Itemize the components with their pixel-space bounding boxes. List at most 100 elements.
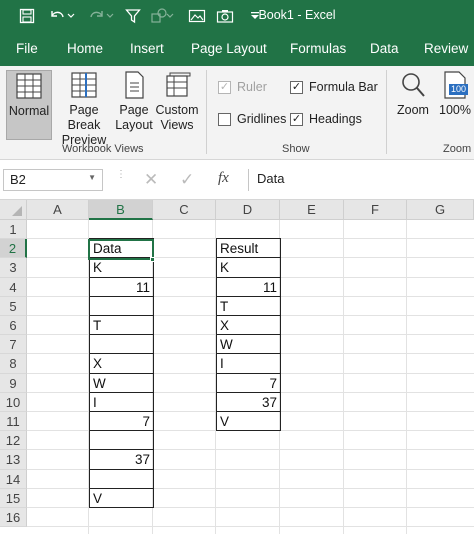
headings-check-box: ✓ xyxy=(290,112,303,126)
data_column-cell[interactable]: V xyxy=(89,487,154,508)
row-header[interactable]: 5 xyxy=(0,296,27,316)
row-header[interactable]: 15 xyxy=(0,488,27,508)
result_column-cell[interactable]: 37 xyxy=(216,391,281,412)
data_column-cell[interactable]: T xyxy=(89,315,154,336)
result_column-cell[interactable]: W xyxy=(216,334,281,355)
data_column-cell[interactable]: K xyxy=(89,257,154,278)
tab-insert[interactable]: Insert xyxy=(130,32,164,66)
row-header[interactable]: 10 xyxy=(0,392,27,412)
page-layout-label-1: Page xyxy=(119,103,149,117)
zoom-button[interactable]: Zoom xyxy=(394,70,432,140)
result_column-cell[interactable]: 11 xyxy=(216,276,281,297)
data_column-cell[interactable]: 11 xyxy=(89,276,154,297)
insert-function-icon[interactable]: fx xyxy=(218,170,229,187)
data_column-cell[interactable]: 37 xyxy=(89,449,154,470)
name-box[interactable]: B2 ▼ xyxy=(3,169,103,191)
normal-view-button[interactable]: Normal xyxy=(6,70,52,140)
data_column-cell[interactable]: 7 xyxy=(89,411,154,432)
custom-views-label-2: Views xyxy=(160,118,194,132)
normal-view-icon xyxy=(16,73,42,99)
row-header[interactable]: 7 xyxy=(0,335,27,355)
fill-handle[interactable] xyxy=(150,257,155,262)
select-all-corner[interactable] xyxy=(0,200,27,220)
result_column-cell[interactable]: I xyxy=(216,353,281,374)
name-box-dropdown-icon[interactable]: ▼ xyxy=(88,173,96,182)
row-header[interactable]: 3 xyxy=(0,258,27,278)
row-header[interactable]: 6 xyxy=(0,316,27,336)
column-header-b[interactable]: B xyxy=(89,200,153,220)
window-title: Book1 - Excel xyxy=(258,8,336,22)
tab-home[interactable]: Home xyxy=(67,32,103,66)
result_column-cell[interactable]: 7 xyxy=(216,372,281,393)
tab-file[interactable]: File xyxy=(16,32,38,66)
gridline xyxy=(406,220,407,534)
result_column-cell[interactable]: X xyxy=(216,315,281,336)
data_column-cell[interactable] xyxy=(89,295,154,316)
gridlines-check-box xyxy=(218,112,231,126)
page-layout-icon xyxy=(125,71,144,99)
zoom-label: Zoom xyxy=(397,103,429,117)
tab-data[interactable]: Data xyxy=(370,32,399,66)
group-divider xyxy=(386,70,387,154)
column-header-c[interactable]: C xyxy=(153,200,216,220)
row-header[interactable]: 4 xyxy=(0,277,27,297)
data_column-cell[interactable] xyxy=(89,430,154,451)
zoom-100-label: 100% xyxy=(439,103,471,117)
tab-formulas[interactable]: Formulas xyxy=(290,32,346,66)
formula-bar-check-box: ✓ xyxy=(290,80,303,94)
data_column-cell[interactable]: X xyxy=(89,353,154,374)
data_column-cell[interactable]: W xyxy=(89,372,154,393)
gridlines-checkbox[interactable]: Gridlines xyxy=(218,112,286,126)
formula-bar: B2 ▼ ⋮ ✕ ✓ fx Data xyxy=(0,160,474,200)
result_column-cell[interactable]: Result xyxy=(216,238,281,259)
column-header-g[interactable]: G xyxy=(407,200,474,220)
page-layout-label-2: Layout xyxy=(115,118,153,132)
data_column-cell[interactable] xyxy=(89,334,154,355)
page-break-preview-button[interactable]: Page Break Preview xyxy=(54,70,114,147)
row-header[interactable]: 14 xyxy=(0,469,27,489)
column-header-e[interactable]: E xyxy=(280,200,344,220)
gridline xyxy=(343,220,344,534)
formula-bar-checkbox[interactable]: ✓ Formula Bar xyxy=(290,80,378,94)
ruler-label: Ruler xyxy=(237,80,267,94)
enter-icon[interactable]: ✓ xyxy=(180,170,194,190)
name-box-value: B2 xyxy=(10,172,26,187)
ruler-check-box: ✓ xyxy=(218,80,231,94)
result_column-cell[interactable]: K xyxy=(216,257,281,278)
row-header[interactable]: 2 xyxy=(0,239,27,259)
row-header[interactable]: 12 xyxy=(0,431,27,451)
ribbon-view: Normal Page Break Preview Page Layout Cu… xyxy=(0,66,474,160)
row-header[interactable]: 11 xyxy=(0,412,27,432)
data_column-cell[interactable] xyxy=(89,468,154,489)
zoom-group-label: Zoom xyxy=(443,143,472,155)
data_column-cell[interactable]: I xyxy=(89,391,154,412)
active-cell[interactable] xyxy=(88,239,154,261)
tab-page-layout[interactable]: Page Layout xyxy=(191,32,267,66)
result_column-cell[interactable]: T xyxy=(216,295,281,316)
row-header[interactable]: 8 xyxy=(0,354,27,374)
show-group-label: Show xyxy=(282,143,310,155)
page-break-icon xyxy=(71,72,97,98)
ruler-checkbox[interactable]: ✓ Ruler xyxy=(218,80,267,94)
tab-review[interactable]: Review xyxy=(424,32,468,66)
column-header-d[interactable]: D xyxy=(216,200,280,220)
result_column-cell[interactable]: V xyxy=(216,411,281,432)
row-header[interactable]: 9 xyxy=(0,373,27,393)
headings-checkbox[interactable]: ✓ Headings xyxy=(290,112,362,126)
headings-label: Headings xyxy=(309,112,362,126)
page-layout-view-button[interactable]: Page Layout xyxy=(114,70,154,140)
column-header-f[interactable]: F xyxy=(344,200,407,220)
zoom-100-icon: 100 xyxy=(441,70,469,100)
cancel-icon[interactable]: ✕ xyxy=(144,170,158,190)
custom-views-button[interactable]: Custom Views xyxy=(154,70,200,140)
normal-view-label: Normal xyxy=(8,104,50,118)
row-header[interactable]: 13 xyxy=(0,450,27,470)
gridlines-label: Gridlines xyxy=(237,112,287,126)
column-header-a[interactable]: A xyxy=(27,200,89,220)
row-header[interactable]: 16 xyxy=(0,508,27,528)
zoom-100-button[interactable]: 100 100% xyxy=(436,70,474,140)
formula-input[interactable]: Data xyxy=(248,169,474,191)
row-header[interactable]: 1 xyxy=(0,220,27,240)
group-divider xyxy=(206,70,207,154)
title-bar: Book1 - Excel xyxy=(0,0,474,32)
